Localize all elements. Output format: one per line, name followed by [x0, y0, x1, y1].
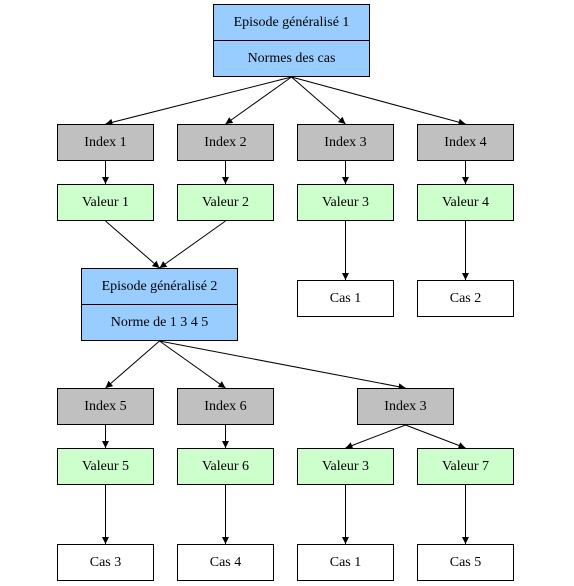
edge-arrow-idx3b-val3b [345, 424, 406, 449]
edge-arrow-idx3b-val7 [405, 424, 466, 449]
index-node: Index 6 [177, 388, 274, 425]
valeur-node: Valeur 2 [177, 184, 274, 221]
valeur-node: Valeur 4 [417, 184, 514, 221]
valeur-node: Valeur 3 [297, 184, 394, 221]
valeur-node: Valeur 3 [297, 448, 394, 485]
edge-arrow-ep2-idx3b [159, 340, 406, 391]
episode-box-2: Episode généralisé 2 Norme de 1 3 4 5 [81, 268, 238, 341]
edge-arrow-val2-ep2 [159, 220, 226, 269]
edge-arrow-ep1-idx2 [225, 76, 292, 125]
edge-arrow-ep2-idx6 [159, 340, 226, 389]
valeur-node: Valeur 5 [57, 448, 154, 485]
cas-node: Cas 5 [417, 544, 514, 581]
edge-arrow-ep1-idx1 [105, 76, 292, 126]
cas-node: Cas 1 [297, 280, 394, 317]
index-node: Index 1 [57, 124, 154, 161]
edge-arrow-val1-ep2 [105, 220, 160, 269]
cas-node: Cas 3 [57, 544, 154, 581]
index-node: Index 3 [357, 388, 454, 425]
index-node: Index 2 [177, 124, 274, 161]
episode-subtitle: Norme de 1 3 4 5 [110, 314, 209, 330]
cas-node: Cas 1 [297, 544, 394, 581]
edge-arrow-ep2-idx5 [105, 340, 160, 389]
valeur-node: Valeur 7 [417, 448, 514, 485]
episode-title: Episode généralisé 2 [82, 269, 237, 305]
episode-box-1: Episode généralisé 1 Normes des cas [213, 4, 370, 77]
valeur-node: Valeur 6 [177, 448, 274, 485]
episode-subtitle: Normes des cas [247, 50, 336, 66]
episode-title: Episode généralisé 1 [214, 5, 369, 41]
index-node: Index 5 [57, 388, 154, 425]
cas-node: Cas 4 [177, 544, 274, 581]
index-node: Index 4 [417, 124, 514, 161]
edge-arrow-ep1-idx4 [291, 76, 466, 126]
valeur-node: Valeur 1 [57, 184, 154, 221]
cas-node: Cas 2 [417, 280, 514, 317]
index-node: Index 3 [297, 124, 394, 161]
